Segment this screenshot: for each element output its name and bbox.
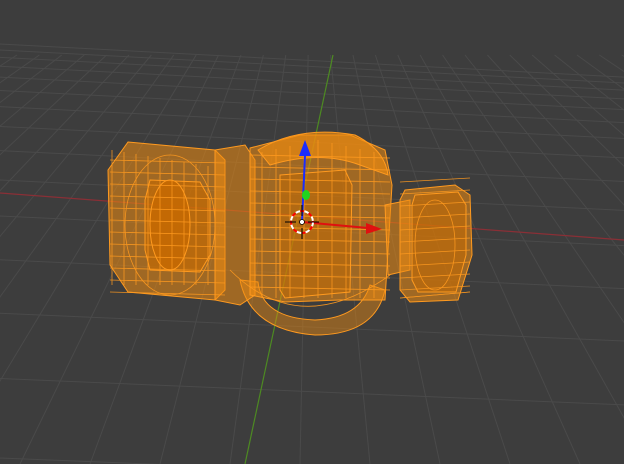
body-front — [279, 169, 353, 299]
grid-line — [0, 377, 624, 406]
grid-line — [0, 457, 162, 464]
selected-mesh-object[interactable] — [107, 131, 473, 336]
grid-line — [0, 89, 624, 124]
grid-line — [0, 56, 624, 91]
grid-line — [576, 54, 624, 90]
grid-line — [0, 54, 40, 84]
3d-viewport[interactable] — [0, 0, 624, 464]
grid-line — [0, 54, 85, 127]
grid-line — [0, 43, 624, 78]
body-ring-1 — [214, 144, 256, 306]
grid-line — [0, 54, 63, 104]
viewport-scene[interactable] — [0, 0, 624, 464]
grid-line — [0, 76, 624, 111]
grid-line — [0, 54, 107, 156]
translate-y-handle-icon[interactable] — [302, 190, 310, 200]
grid-line — [0, 65, 624, 100]
